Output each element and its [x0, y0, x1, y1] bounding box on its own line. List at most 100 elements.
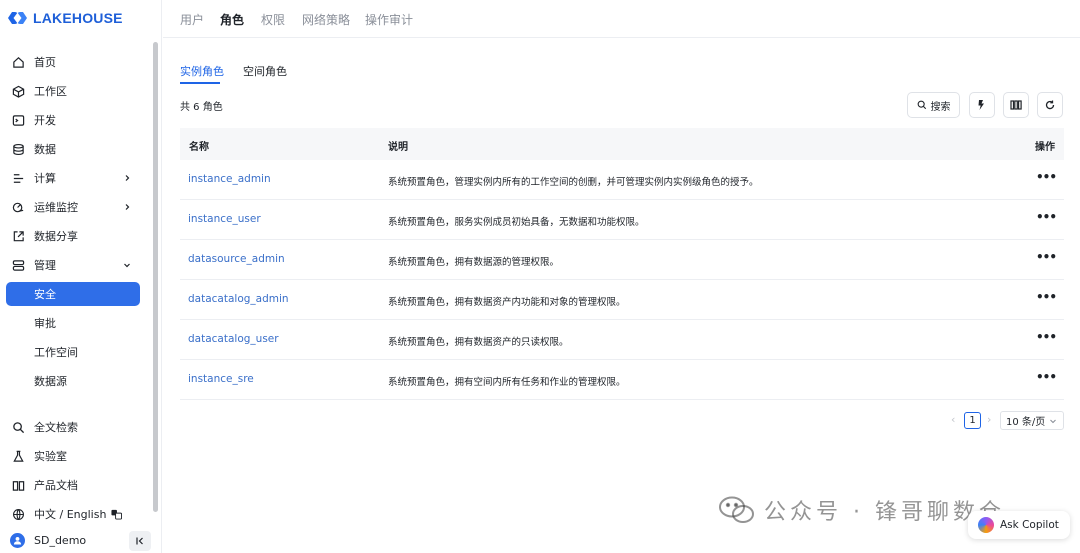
refresh-icon: [1044, 99, 1056, 111]
sidebar-item-security[interactable]: 安全: [6, 282, 140, 306]
more-actions-button[interactable]: •••: [1036, 250, 1057, 264]
book-icon: [11, 478, 25, 492]
sidebar-item-label: 数据源: [34, 375, 67, 388]
table-row: datacatalog_user 系统预置角色，拥有数据资产的只读权限。 •••: [180, 320, 1064, 360]
filter-button[interactable]: [969, 92, 995, 118]
tab-audit[interactable]: 操作审计: [365, 11, 413, 28]
more-actions-button[interactable]: •••: [1036, 210, 1057, 224]
sidebar-item-label: 运维监控: [34, 201, 78, 214]
sidebar-scrollbar[interactable]: [153, 42, 158, 512]
search-button-label: 搜索: [930, 101, 951, 113]
refresh-button[interactable]: [1037, 92, 1063, 118]
role-name-link[interactable]: datacatalog_admin: [188, 293, 289, 305]
more-actions-button[interactable]: •••: [1036, 330, 1057, 344]
next-page-icon[interactable]: ›: [987, 413, 991, 426]
prev-page-icon[interactable]: ‹: [951, 413, 955, 426]
role-description: 系统预置角色，拥有空间内所有任务和作业的管理权限。: [388, 377, 626, 388]
chevron-right-icon: [120, 171, 134, 185]
sidebar-item-datasource[interactable]: 数据源: [6, 369, 140, 393]
sidebar-item-label: 实验室: [34, 450, 67, 463]
role-description: 系统预置角色，拥有数据资产的只读权限。: [388, 337, 569, 348]
user-profile[interactable]: SD_demo: [10, 530, 86, 550]
app-root: LAKEHOUSE 首页 工作区 开发 数据 计算 运维监控 数据分享 管理 安…: [0, 0, 1080, 553]
sidebar-item-develop[interactable]: 开发: [6, 108, 140, 132]
sidebar-item-docs[interactable]: 产品文档: [6, 473, 140, 497]
filter-icon: [976, 99, 988, 111]
table-header: 名称 说明 操作: [180, 128, 1064, 160]
more-actions-button[interactable]: •••: [1036, 290, 1057, 304]
sidebar-item-workspace[interactable]: 工作空间: [6, 340, 140, 364]
sidebar-item-lab[interactable]: 实验室: [6, 444, 140, 468]
column-header-description: 说明: [388, 142, 408, 153]
sidebar: LAKEHOUSE 首页 工作区 开发 数据 计算 运维监控 数据分享 管理 安…: [0, 0, 162, 553]
home-icon: [11, 55, 25, 69]
sidebar-item-label: 计算: [34, 172, 56, 185]
sidebar-item-label: 管理: [34, 259, 56, 272]
user-name: SD_demo: [34, 533, 87, 547]
role-description: 系统预置角色，管理实例内所有的工作空间的创删，并可管理实例内实例级角色的授予。: [388, 177, 759, 188]
monitor-icon: [11, 200, 25, 214]
sidebar-item-workspace-area[interactable]: 工作区: [6, 79, 140, 103]
sidebar-item-manage[interactable]: 管理: [6, 253, 140, 277]
role-description: 系统预置角色，拥有数据资产内功能和对象的管理权限。: [388, 297, 626, 308]
sidebar-item-label: 审批: [34, 317, 56, 330]
sidebar-item-label: 数据分享: [34, 230, 78, 243]
manage-icon: [11, 258, 25, 272]
sidebar-item-approval[interactable]: 审批: [6, 311, 140, 335]
table-row: instance_admin 系统预置角色，管理实例内所有的工作空间的创删，并可…: [180, 160, 1064, 200]
watermark: 公众号 · 锋哥聊数仓: [718, 490, 1005, 530]
table-row: datacatalog_admin 系统预置角色，拥有数据资产内功能和对象的管理…: [180, 280, 1064, 320]
search-icon: [917, 100, 927, 110]
sidebar-item-label: 数据: [34, 143, 56, 156]
page-size-select[interactable]: 10 条/页: [1000, 411, 1064, 430]
sidebar-item-data[interactable]: 数据: [6, 137, 140, 161]
database-icon: [11, 142, 25, 156]
logo[interactable]: LAKEHOUSE: [8, 9, 123, 27]
more-actions-button[interactable]: •••: [1036, 370, 1057, 384]
sidebar-item-home[interactable]: 首页: [6, 50, 140, 74]
column-header-actions: 操作: [1035, 142, 1055, 153]
terminal-icon: [11, 113, 25, 127]
subtab-space-roles[interactable]: 空间角色: [243, 63, 287, 79]
brand-name: LAKEHOUSE: [33, 10, 123, 26]
role-count: 共 6 角色: [180, 102, 223, 113]
chevron-right-icon: [120, 200, 134, 214]
table-row: instance_sre 系统预置角色，拥有空间内所有任务和作业的管理权限。 •…: [180, 360, 1064, 400]
search-button[interactable]: 搜索: [907, 92, 960, 118]
role-name-link[interactable]: instance_user: [188, 213, 261, 225]
chevron-down-icon: [1049, 417, 1057, 425]
cube-icon: [11, 84, 25, 98]
user-avatar-icon: [10, 532, 25, 548]
sidebar-item-data-share[interactable]: 数据分享: [6, 224, 140, 248]
compute-icon: [11, 171, 25, 185]
sidebar-item-label: 首页: [34, 56, 56, 69]
sidebar-item-label: 工作空间: [34, 346, 78, 359]
sidebar-item-language[interactable]: 中文 / English: [6, 502, 140, 526]
ask-copilot-button[interactable]: Ask Copilot: [968, 511, 1070, 539]
sidebar-item-ops-monitor[interactable]: 运维监控: [6, 195, 140, 219]
tab-network-policy[interactable]: 网络策略: [302, 11, 350, 28]
columns-button[interactable]: [1003, 92, 1029, 118]
copilot-icon: [978, 517, 994, 533]
table-row: instance_user 系统预置角色，服务实例成员初始具备，无数据和功能权限…: [180, 200, 1064, 240]
role-name-link[interactable]: instance_sre: [188, 373, 254, 385]
role-name-link[interactable]: instance_admin: [188, 173, 271, 185]
sidebar-item-fulltext-search[interactable]: 全文检索: [6, 415, 140, 439]
role-name-link[interactable]: datacatalog_user: [188, 333, 279, 345]
subtab-instance-roles[interactable]: 实例角色: [180, 63, 224, 79]
table-row: datasource_admin 系统预置角色，拥有数据源的管理权限。 •••: [180, 240, 1064, 280]
tab-permissions[interactable]: 权限: [261, 11, 285, 28]
role-name-link[interactable]: datasource_admin: [188, 253, 285, 265]
tab-users[interactable]: 用户: [180, 11, 204, 28]
translate-icon: [111, 509, 123, 520]
more-actions-button[interactable]: •••: [1036, 170, 1057, 184]
current-page-button[interactable]: 1: [964, 412, 981, 429]
active-tab-indicator: [180, 82, 220, 84]
role-description: 系统预置角色，服务实例成员初始具备，无数据和功能权限。: [388, 217, 645, 228]
sidebar-item-label: 工作区: [34, 85, 67, 98]
sidebar-item-label: 中文 / English: [34, 508, 107, 521]
collapse-sidebar-button[interactable]: [129, 531, 151, 551]
sidebar-item-compute[interactable]: 计算: [6, 166, 140, 190]
logo-mark-icon: [8, 11, 28, 25]
tab-roles[interactable]: 角色: [220, 11, 244, 28]
